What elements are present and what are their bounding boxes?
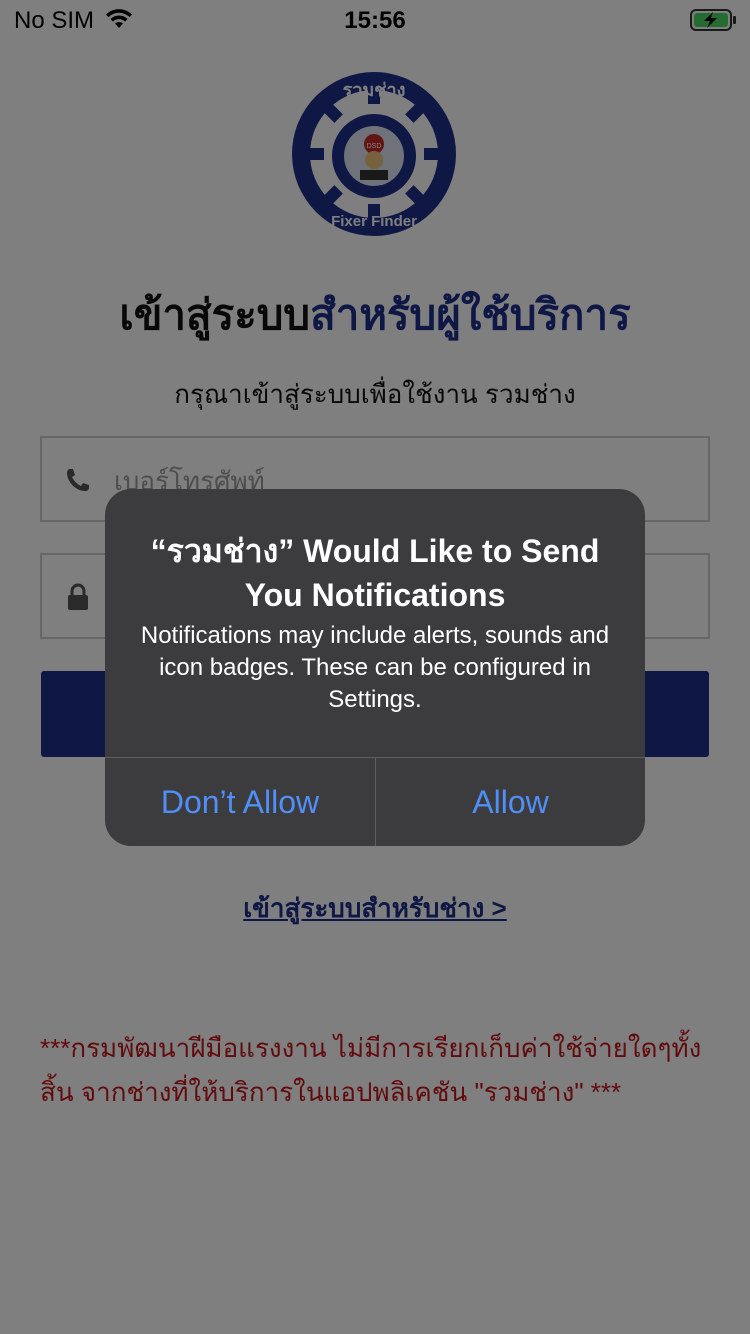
- alert-message: Notifications may include alerts, sounds…: [140, 622, 610, 713]
- alert-title: “รวมช่าง” Would Like to Send You Notific…: [150, 533, 600, 613]
- notification-permission-alert: “รวมช่าง” Would Like to Send You Notific…: [105, 489, 645, 846]
- allow-button[interactable]: Allow: [376, 758, 645, 846]
- dont-allow-button[interactable]: Don’t Allow: [105, 758, 375, 846]
